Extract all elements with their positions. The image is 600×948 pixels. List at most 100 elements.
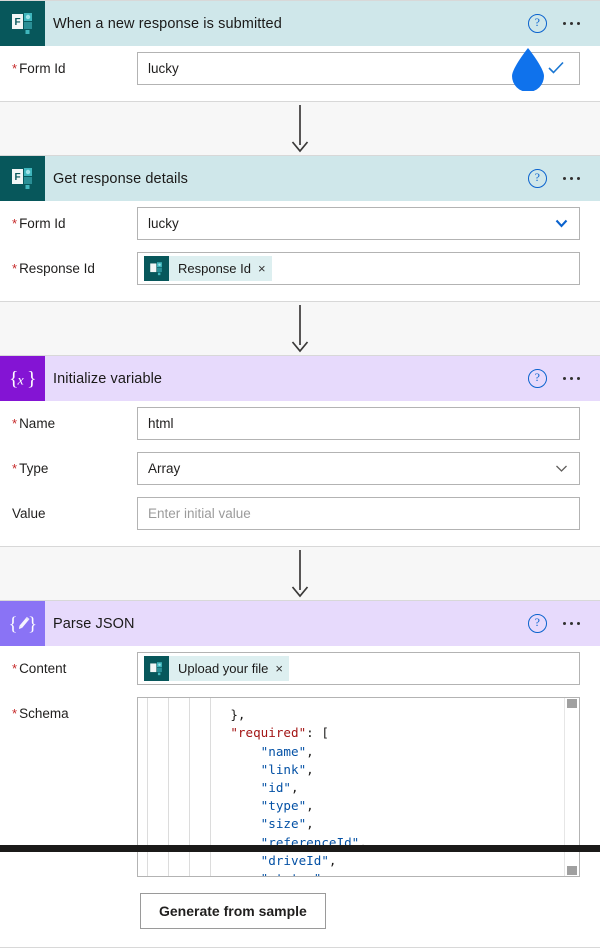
card-header-actions: ?: [527, 14, 582, 33]
card-body: * Name html * Type Array Value Enter ini…: [0, 401, 600, 546]
field-control: lucky: [137, 52, 580, 85]
more-options-icon[interactable]: [561, 618, 582, 629]
more-options-icon[interactable]: [561, 173, 582, 184]
field-row-type: * Type Array: [0, 446, 600, 491]
field-label-text: Form Id: [19, 216, 66, 231]
code-line: "size",: [260, 816, 314, 832]
svg-text:{: {: [8, 614, 17, 635]
more-options-icon[interactable]: [561, 373, 582, 384]
token-chip-label: Response Id: [178, 261, 251, 276]
field-control: html: [137, 407, 580, 440]
field-label-text: Form Id: [19, 61, 66, 76]
bottom-bar: [0, 845, 600, 852]
help-icon[interactable]: ?: [527, 369, 547, 388]
code-line: "link",: [260, 761, 314, 777]
connector-arrow-1: [0, 102, 600, 155]
microsoft-forms-icon: F: [0, 156, 45, 201]
form-id-dropdown[interactable]: lucky: [137, 207, 580, 240]
field-label-text: Value: [12, 506, 46, 521]
help-icon[interactable]: ?: [527, 14, 547, 33]
required-asterisk: *: [12, 216, 18, 231]
token-chip-upload-your-file[interactable]: Upload your file ×: [144, 656, 289, 681]
field-label: * Content: [12, 652, 137, 676]
variable-value-input[interactable]: Enter initial value: [137, 497, 580, 530]
field-label-text: Schema: [19, 706, 69, 721]
card-body: * Content Upload your file × * Schema},…: [0, 646, 600, 947]
flow-designer-canvas: F When a new response is submitted ? * Fo…: [0, 0, 600, 948]
field-row-form-id: * Form Id lucky: [0, 46, 600, 91]
field-row-schema: * Schema }, "required": [ "name", "link",…: [0, 691, 600, 883]
content-input[interactable]: Upload your file ×: [137, 652, 580, 685]
help-icon[interactable]: ?: [527, 614, 547, 633]
card-header-actions: ?: [527, 369, 582, 388]
variable-type-dropdown[interactable]: Array: [137, 452, 580, 485]
variable-braces-x-icon: { x }: [0, 356, 45, 401]
code-line: "name",: [260, 743, 314, 759]
token-chip-label: Upload your file: [178, 661, 269, 676]
required-asterisk: *: [12, 416, 18, 431]
response-id-input[interactable]: Response Id ×: [137, 252, 580, 285]
field-control: Enter initial value: [137, 497, 580, 530]
parse-json-braces-pencil-icon: { }: [0, 601, 45, 646]
field-label-text: Name: [19, 416, 56, 431]
form-id-input[interactable]: lucky: [137, 52, 580, 85]
microsoft-forms-icon: [144, 656, 169, 681]
help-icon[interactable]: ?: [527, 169, 547, 188]
required-asterisk: *: [12, 61, 18, 76]
more-options-icon[interactable]: [561, 18, 582, 29]
generate-from-sample-row: Generate from sample: [0, 883, 600, 937]
card-header[interactable]: { x } Initialize variable ?: [0, 356, 600, 401]
code-line: "type",: [260, 798, 314, 814]
field-label: * Type: [12, 452, 137, 476]
action-card-get-response-details[interactable]: F Get response details ? * Form Id lucky…: [0, 155, 600, 302]
required-asterisk: *: [12, 261, 18, 276]
svg-text:}: }: [28, 614, 37, 635]
card-title: Parse JSON: [53, 615, 135, 632]
card-header[interactable]: F Get response details ?: [0, 156, 600, 201]
action-card-when-a-new-response-is-submitted[interactable]: F When a new response is submitted ? * Fo…: [0, 0, 600, 102]
field-label-text: Response Id: [19, 261, 95, 276]
action-card-parse-json[interactable]: { } Parse JSON ? * Content Upload your f…: [0, 600, 600, 948]
field-row-content: * Content Upload your file ×: [0, 646, 600, 691]
field-label-text: Content: [19, 661, 67, 676]
card-header[interactable]: F When a new response is submitted ?: [0, 1, 600, 46]
field-row-name: * Name html: [0, 401, 600, 446]
field-label: Value: [12, 497, 137, 521]
svg-text:F: F: [14, 172, 20, 183]
card-body: * Form Id lucky * Response Id Response I…: [0, 201, 600, 301]
card-title: When a new response is submitted: [53, 15, 282, 32]
card-header-actions: ?: [527, 614, 582, 633]
microsoft-forms-icon: [144, 256, 169, 281]
close-icon[interactable]: ×: [258, 262, 266, 275]
card-header-actions: ?: [527, 169, 582, 188]
action-card-initialize-variable[interactable]: { x } Initialize variable ? *Name html: [0, 355, 600, 547]
close-icon[interactable]: ×: [275, 662, 283, 675]
scrollbar-thumb-top[interactable]: [567, 699, 577, 708]
generate-from-sample-button[interactable]: Generate from sample: [140, 893, 326, 929]
code-line: },: [230, 707, 246, 723]
connector-arrow-2: [0, 302, 600, 355]
card-title: Get response details: [53, 170, 188, 187]
svg-text:x: x: [16, 373, 24, 388]
token-chip-response-id[interactable]: Response Id ×: [144, 256, 272, 281]
card-title: Initialize variable: [53, 370, 163, 387]
code-line: "driveId",: [260, 852, 337, 868]
card-header[interactable]: { } Parse JSON ?: [0, 601, 600, 646]
field-label: * Form Id: [12, 207, 137, 231]
field-control: Array: [137, 452, 580, 485]
svg-text:F: F: [14, 17, 20, 28]
variable-name-input[interactable]: html: [137, 407, 580, 440]
connector-arrow-3: [0, 547, 600, 600]
scrollbar-thumb-bottom[interactable]: [567, 866, 577, 875]
card-body: * Form Id lucky: [0, 46, 600, 101]
field-control: Response Id ×: [137, 252, 580, 285]
field-label: * Name: [12, 407, 137, 431]
field-control: Upload your file ×: [137, 652, 580, 685]
field-control: lucky: [137, 207, 580, 240]
code-line: "id",: [260, 779, 299, 795]
required-asterisk: *: [12, 461, 18, 476]
field-row-response-id: * Response Id Response Id ×: [0, 246, 600, 291]
microsoft-forms-icon: F: [0, 1, 45, 46]
required-asterisk: *: [12, 661, 18, 676]
